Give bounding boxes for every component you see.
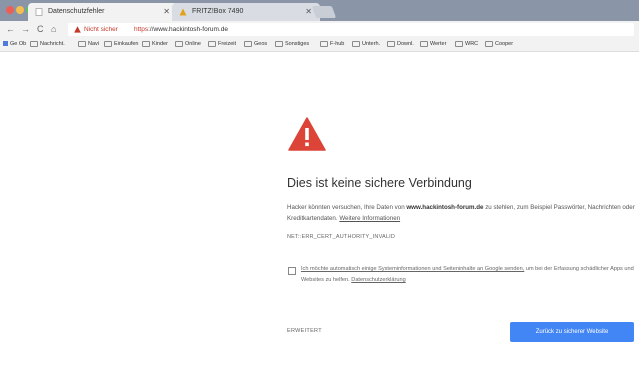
close-window-icon[interactable] — [6, 6, 14, 14]
advanced-button[interactable]: ERWEITERT — [287, 328, 322, 334]
page-icon — [35, 8, 43, 16]
bookmark-folder[interactable]: Unterh. — [352, 38, 380, 51]
bookmark-folder[interactable]: WRC — [455, 38, 478, 51]
more-info-link[interactable]: Weitere Informationen — [339, 215, 400, 222]
bookmark-apps[interactable]: Ge Ob — [3, 38, 26, 51]
folder-icon — [455, 40, 463, 47]
url-text: https://www.hackintosh-forum.de — [134, 23, 228, 36]
tab-fritzbox[interactable]: FRITZ!Box 7490 ✕ — [172, 3, 320, 21]
url-scheme: https — [134, 26, 149, 33]
folder-icon — [244, 40, 252, 47]
folder-icon — [142, 40, 150, 47]
new-tab-button[interactable] — [311, 6, 337, 18]
home-icon[interactable]: ⌂ — [51, 24, 56, 35]
url-host: ://www.hackintosh-forum.de — [148, 26, 228, 33]
bookmark-folder[interactable]: Geos — [244, 38, 267, 51]
minimize-window-icon[interactable] — [16, 6, 24, 14]
bookmark-folder[interactable]: Einkaufen — [104, 38, 138, 51]
address-bar[interactable]: Nicht sicher https://www.hackintosh-foru… — [68, 23, 634, 36]
security-status[interactable]: Nicht sicher — [84, 23, 118, 36]
send-report-label: Ich möchte automatisch einige Systeminfo… — [301, 266, 634, 283]
warning-triangle-icon — [288, 117, 326, 151]
bookmark-folder[interactable]: Werter — [420, 38, 446, 51]
folder-icon — [387, 40, 395, 47]
folder-icon — [320, 40, 328, 47]
folder-icon — [78, 40, 86, 47]
bookmark-folder[interactable]: Nachricht. — [30, 38, 65, 51]
error-code: NET::ERR_CERT_AUTHORITY_INVALID — [287, 234, 396, 240]
folder-icon — [104, 40, 112, 47]
tab-strip: Datenschutzfehler ✕ FRITZ!Box 7490 ✕ — [0, 0, 639, 21]
back-to-safety-button[interactable]: Zurück zu sicherer Website — [510, 322, 634, 342]
forward-arrow-icon[interactable]: → — [21, 24, 30, 35]
back-arrow-icon[interactable]: ← — [6, 24, 15, 35]
tab-close-icon[interactable]: ✕ — [305, 3, 312, 21]
fritz-favicon-icon — [179, 8, 187, 16]
apps-icon — [3, 41, 8, 47]
tab-close-icon[interactable]: ✕ — [163, 3, 170, 21]
folder-icon — [208, 40, 216, 47]
folder-icon — [30, 40, 38, 47]
send-report-link[interactable]: Ich möchte automatisch einige Systeminfo… — [301, 266, 524, 272]
bookmarks-bar: Ge Ob Nachricht. Navi Einkaufen Kinder O… — [0, 38, 639, 52]
folder-icon — [420, 40, 428, 47]
bookmark-folder[interactable]: Navi — [78, 38, 99, 51]
warning-description: Hacker könnten versuchen, Ihre Daten von… — [287, 204, 635, 222]
bookmark-folder[interactable]: F-hub — [320, 38, 344, 51]
bookmark-folder[interactable]: Freizeit — [208, 38, 236, 51]
warning-icon — [74, 26, 81, 33]
folder-icon — [352, 40, 360, 47]
bookmark-folder[interactable]: Cooper — [485, 38, 513, 51]
folder-icon — [485, 40, 493, 47]
privacy-policy-link[interactable]: Datenschutzerklärung — [351, 277, 405, 283]
toolbar: ← → C ⌂ Nicht sicher https://www.hackint… — [0, 21, 639, 38]
page-title: Dies ist keine sichere Verbindung — [287, 176, 472, 190]
bookmark-folder[interactable]: Kinder — [142, 38, 168, 51]
tab-datenschutzfehler[interactable]: Datenschutzfehler ✕ — [28, 3, 178, 21]
bookmark-folder[interactable]: Sonstiges — [275, 38, 309, 51]
tab-label: Datenschutzfehler — [48, 8, 105, 15]
tab-label: FRITZ!Box 7490 — [192, 8, 244, 15]
send-report-checkbox[interactable] — [288, 267, 296, 275]
bookmark-folder[interactable]: Online — [175, 38, 201, 51]
folder-icon — [175, 40, 183, 47]
domain-name: www.hackintosh-forum.de — [406, 204, 484, 211]
bookmark-folder[interactable]: Downl. — [387, 38, 414, 51]
reload-icon[interactable]: C — [37, 24, 44, 35]
folder-icon — [275, 40, 283, 47]
